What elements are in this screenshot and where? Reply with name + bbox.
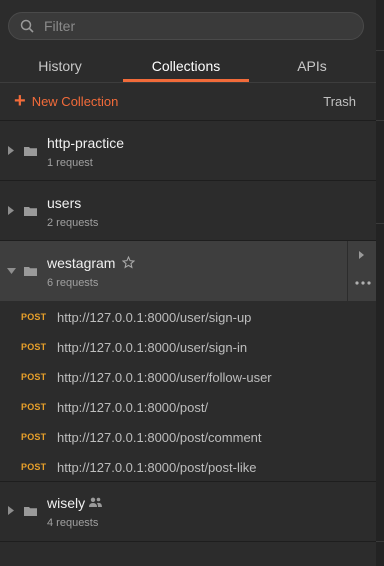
request-method: POST — [21, 462, 47, 472]
collection-name: westagram — [47, 255, 116, 271]
collections-sidebar: History Collections APIs + New Collectio… — [0, 0, 377, 566]
request-method: POST — [21, 432, 47, 442]
request-method: POST — [21, 312, 47, 322]
star-outline-icon[interactable] — [122, 256, 135, 269]
collection-request-count: 4 requests — [47, 517, 99, 529]
request-url: http://127.0.0.1:8000/user/follow-user — [57, 369, 272, 385]
filter-search-box[interactable] — [8, 12, 364, 40]
tab-apis[interactable]: APIs — [272, 50, 352, 82]
collections-toolbar: + New Collection Trash — [0, 83, 376, 120]
collection-name: wisely — [47, 495, 86, 511]
request-item[interactable]: POST http://127.0.0.1:8000/user/sign-up — [0, 302, 376, 332]
tab-history[interactable]: History — [20, 50, 100, 82]
caret-right-icon[interactable] — [8, 206, 14, 215]
trash-button[interactable]: Trash — [323, 91, 356, 111]
collection-request-count: 2 requests — [47, 217, 99, 229]
more-options-icon[interactable] — [355, 281, 371, 285]
collection-item-http-practice[interactable]: http-practice 1 request — [0, 121, 376, 181]
request-url: http://127.0.0.1:8000/user/sign-in — [57, 339, 248, 355]
request-url: http://127.0.0.1:8000/post/post-like — [57, 459, 257, 475]
request-method: POST — [21, 342, 47, 352]
plus-icon: + — [14, 90, 26, 112]
request-url: http://127.0.0.1:8000/post/comment — [57, 429, 262, 445]
tab-collections[interactable]: Collections — [123, 50, 249, 82]
request-method: POST — [21, 402, 47, 412]
team-icon — [89, 497, 102, 507]
collection-item-westagram[interactable]: westagram 6 requests — [0, 241, 376, 301]
request-item[interactable]: POST http://127.0.0.1:8000/post/ — [0, 392, 376, 422]
collection-name: users — [47, 195, 82, 211]
request-item[interactable]: POST http://127.0.0.1:8000/user/sign-in — [0, 332, 376, 362]
request-url: http://127.0.0.1:8000/user/sign-up — [57, 309, 252, 325]
collection-name: http-practice — [47, 135, 125, 151]
folder-icon — [24, 147, 37, 156]
divider — [0, 541, 376, 542]
request-item[interactable]: POST http://127.0.0.1:8000/post/post-lik… — [0, 452, 376, 482]
collection-item-users[interactable]: users 2 requests — [0, 181, 376, 241]
collection-actions — [347, 241, 376, 301]
caret-right-icon[interactable] — [8, 146, 14, 155]
folder-icon — [24, 207, 37, 216]
folder-icon — [24, 267, 37, 276]
editor-edge — [376, 0, 384, 566]
search-icon — [20, 19, 34, 33]
expand-arrow-icon[interactable] — [359, 251, 364, 259]
caret-right-icon[interactable] — [8, 506, 14, 515]
request-item[interactable]: POST http://127.0.0.1:8000/user/follow-u… — [0, 362, 376, 392]
filter-input[interactable] — [42, 17, 363, 35]
new-collection-label: New Collection — [31, 93, 119, 109]
request-item[interactable]: POST http://127.0.0.1:8000/post/comment — [0, 422, 376, 452]
tab-bar: History Collections APIs — [0, 50, 376, 82]
new-collection-button[interactable]: + New Collection — [14, 91, 118, 111]
collection-item-wisely[interactable]: wisely 4 requests — [0, 481, 376, 541]
collection-request-count: 1 request — [47, 157, 93, 169]
request-url: http://127.0.0.1:8000/post/ — [57, 399, 209, 415]
caret-down-icon[interactable] — [7, 268, 16, 274]
collection-request-count: 6 requests — [47, 277, 99, 289]
request-method: POST — [21, 372, 47, 382]
folder-icon — [24, 507, 37, 516]
